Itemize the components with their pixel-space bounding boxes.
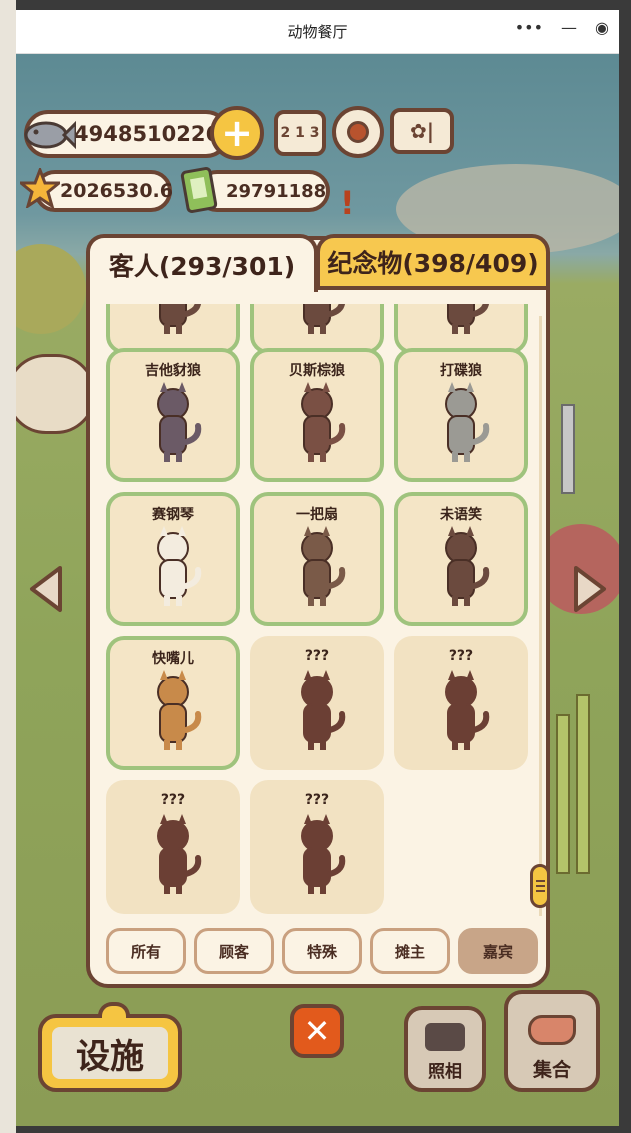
guest-card[interactable]: ??? (250, 636, 384, 770)
fish-icon (20, 110, 76, 160)
guest-name: 快嘴儿 (152, 651, 194, 667)
tab-souvenirs[interactable]: 纪念物(398/409) (316, 234, 550, 290)
guest-portrait (426, 304, 496, 340)
screen: 动物餐厅 ••• — ◉ 4948510226 + 2 1 3 ✿| 20265… (0, 0, 631, 1133)
bg-bamboo (556, 714, 570, 874)
guest-name: ??? (304, 648, 330, 664)
guest-portrait (138, 378, 208, 468)
locked-silhouette (138, 810, 208, 900)
guest-card[interactable]: ??? (394, 636, 528, 770)
camera-label: 照相 (428, 1062, 462, 1082)
guest-card[interactable]: 打碟狼 (394, 348, 528, 482)
add-fish-button[interactable]: + (210, 106, 264, 160)
guest-name: ??? (304, 792, 330, 808)
background-window-edge (0, 0, 16, 1133)
scrollbar-track (539, 316, 542, 916)
bg-table (16, 354, 96, 434)
alert-icon[interactable]: ! (340, 184, 355, 222)
guest-name: 打碟狼 (440, 363, 482, 379)
guest-portrait (138, 666, 208, 756)
more-icon[interactable]: ••• (515, 18, 543, 37)
guest-card[interactable] (106, 304, 240, 354)
guest-name: 一把扇 (296, 507, 338, 523)
ranking-button[interactable]: 2 1 3 (274, 110, 326, 156)
star-icon (18, 166, 62, 210)
settings-button[interactable] (332, 106, 384, 158)
guest-card[interactable] (250, 304, 384, 354)
guest-name: 吉他豺狼 (145, 363, 201, 379)
guest-card[interactable]: 一把扇 (250, 492, 384, 626)
gather-button[interactable]: 集合 (504, 990, 600, 1092)
guest-name: ??? (448, 648, 474, 664)
camera-icon (425, 1023, 465, 1051)
paw-book-icon: ✿| (409, 119, 435, 143)
locked-silhouette (282, 810, 352, 900)
locked-silhouette (282, 666, 352, 756)
capsule-menu: ••• — ◉ (515, 18, 609, 37)
guest-card[interactable]: 赛钢琴 (106, 492, 240, 626)
filter-button[interactable]: 顾客 (194, 928, 274, 974)
ticket-count: 29791188 (226, 180, 327, 202)
gear-icon (347, 121, 369, 143)
arrow-right-button[interactable] (572, 564, 608, 614)
guest-card[interactable] (394, 304, 528, 354)
guest-card[interactable]: ??? (250, 780, 384, 914)
journal-button[interactable]: ✿| (390, 108, 454, 154)
guest-name: 未语笑 (440, 507, 482, 523)
fish-count: 4948510226 (74, 122, 221, 146)
close-panel-button[interactable]: ✕ (290, 1004, 344, 1058)
minimize-icon[interactable]: — (561, 18, 577, 37)
guest-portrait (426, 378, 496, 468)
guest-portrait (282, 378, 352, 468)
facility-button[interactable]: 设施 (38, 1002, 182, 1092)
title-bar: 动物餐厅 ••• — ◉ (16, 10, 619, 54)
facility-label: 设施 (52, 1027, 168, 1079)
window-title: 动物餐厅 (287, 23, 348, 41)
bg-bamboo (576, 694, 590, 874)
guest-portrait (138, 304, 208, 340)
tab-souvenirs-label: 纪念物(398/409) (327, 249, 539, 278)
guest-card[interactable]: 快嘴儿 (106, 636, 240, 770)
scrollbar-thumb[interactable] (530, 864, 550, 908)
guest-card[interactable]: 贝斯棕狼 (250, 348, 384, 482)
close-target-icon[interactable]: ◉ (595, 18, 609, 37)
filter-button[interactable]: 嘉宾 (458, 928, 538, 974)
bg-bush (16, 244, 86, 334)
tab-guests[interactable]: 客人(293/301) (86, 234, 318, 292)
guest-portrait (282, 522, 352, 612)
locked-silhouette (426, 666, 496, 756)
guest-grid: 吉他豺狼 贝斯棕狼 打碟狼赛钢琴 一把扇 未语笑快嘴儿???????????? (104, 304, 534, 916)
filter-button[interactable]: 摊主 (370, 928, 450, 974)
guest-name: 贝斯棕狼 (289, 363, 345, 379)
guest-card[interactable]: ??? (106, 780, 240, 914)
guest-portrait (138, 522, 208, 612)
facility-handle (98, 1002, 130, 1018)
guest-name: ??? (160, 792, 186, 808)
guest-card[interactable]: 吉他豺狼 (106, 348, 240, 482)
star-count: 2026530.6 (60, 180, 173, 202)
gather-label: 集合 (532, 1059, 571, 1081)
guest-card[interactable]: 未语笑 (394, 492, 528, 626)
arrow-left-button[interactable] (28, 564, 64, 614)
guest-name: 赛钢琴 (152, 507, 194, 523)
filter-button[interactable]: 特殊 (282, 928, 362, 974)
guest-portrait (426, 522, 496, 612)
podium-icon: 2 1 3 (280, 125, 320, 141)
guest-portrait (282, 304, 352, 340)
camera-button[interactable]: 照相 (404, 1006, 486, 1092)
tab-guests-label: 客人(293/301) (108, 252, 296, 281)
ticket-icon (176, 164, 222, 216)
filter-button[interactable]: 所有 (106, 928, 186, 974)
whistle-icon (528, 1015, 576, 1045)
bg-pipe (561, 404, 575, 494)
